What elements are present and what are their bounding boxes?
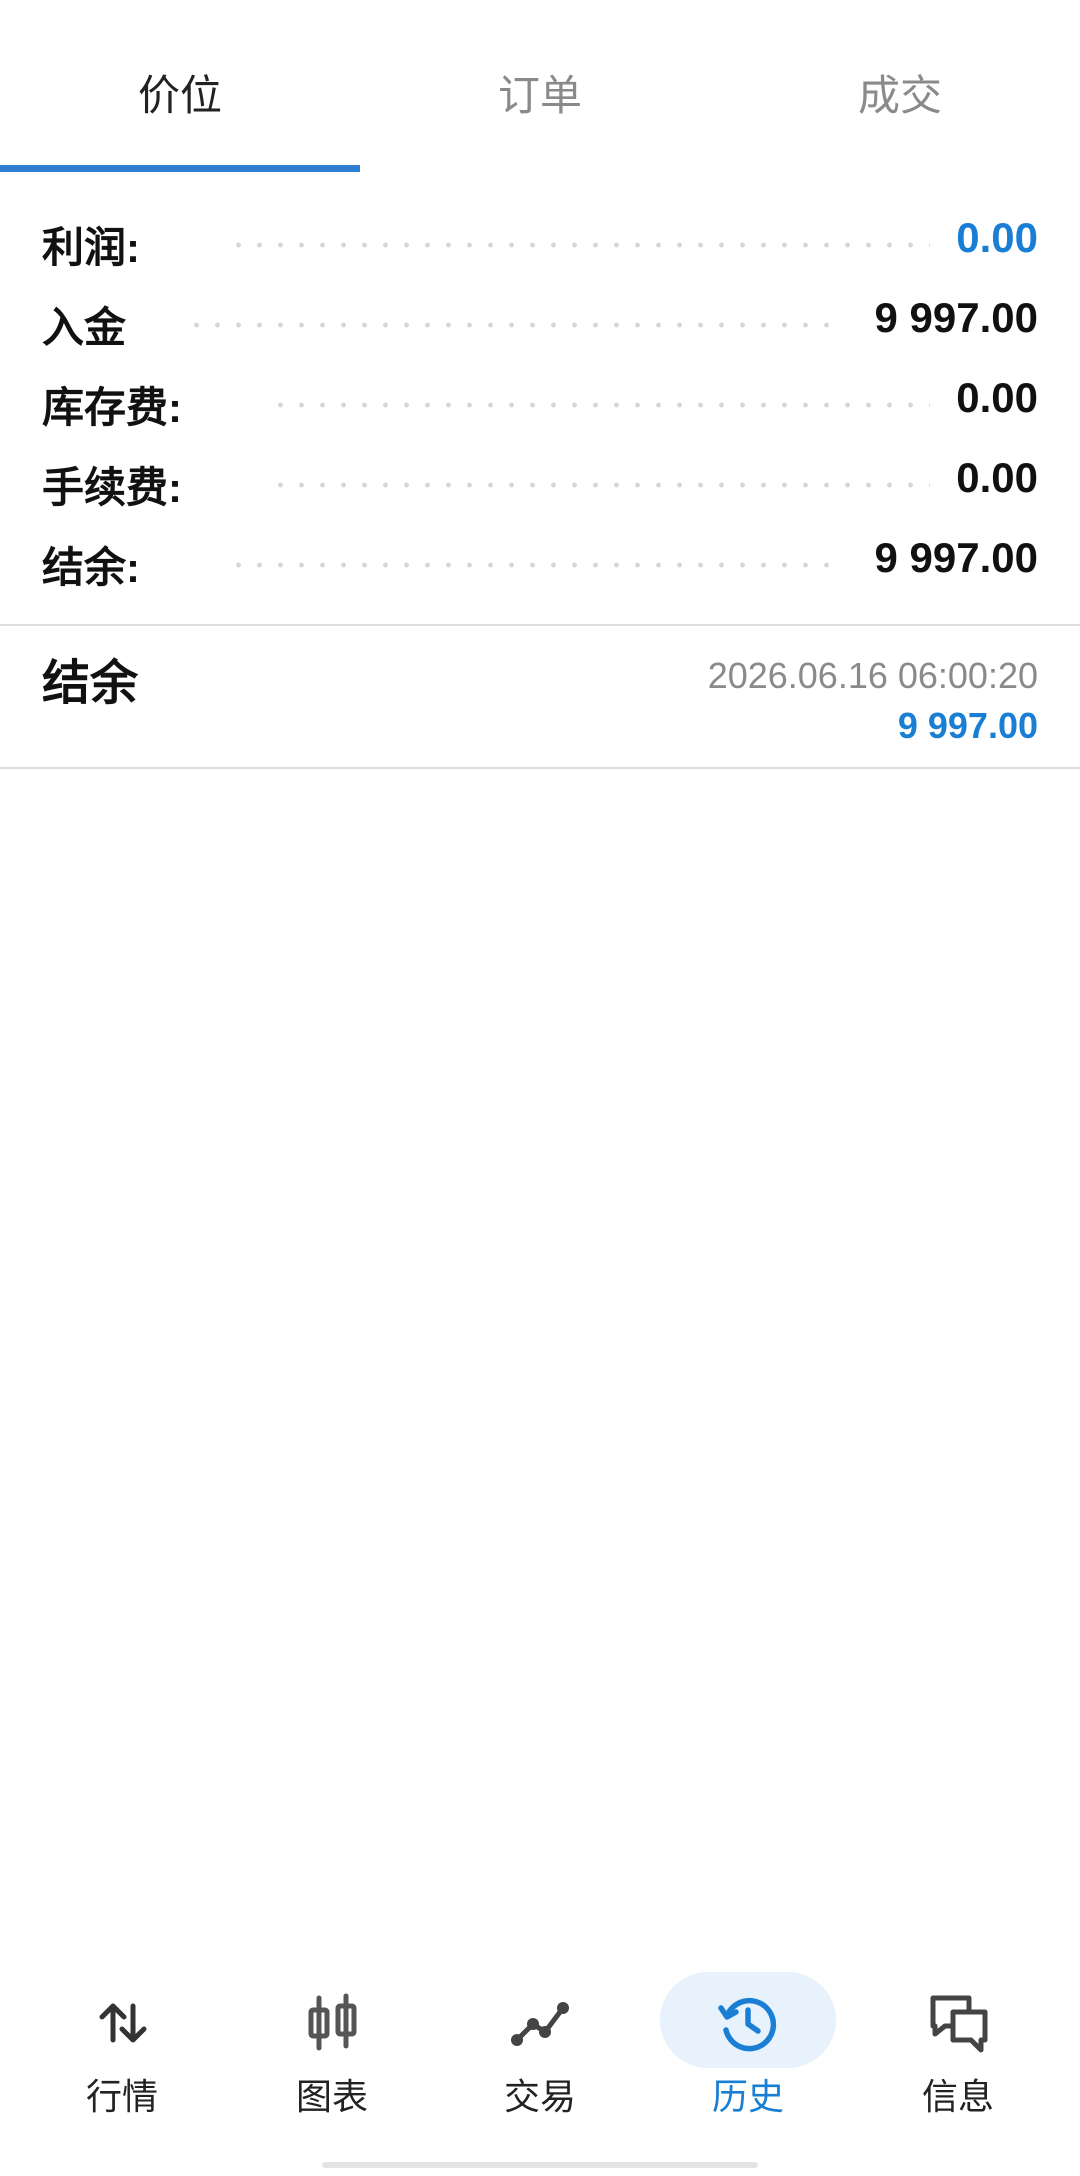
divider [0,624,1080,626]
summary-value: 0.00 [956,454,1038,501]
nav-trade[interactable]: 交易 [432,1960,648,2117]
chat-bubbles-icon [930,1995,988,2053]
dotted-leader [270,482,930,488]
top-tabs: 价位 订单 成交 [0,0,1080,172]
nav-label: 历史 [711,2076,784,2117]
summary-value: 9 997.00 [874,534,1039,581]
summary-label: 结余: [42,544,140,591]
summary-label: 手续费: [42,464,182,511]
summary-label: 利润: [42,224,140,271]
nav-label: 信息 [921,2076,994,2117]
nav-label: 图表 [295,2076,368,2117]
summary-value: 0.00 [956,374,1038,421]
dotted-leader [228,242,930,248]
tab-deals[interactable]: 成交 [720,62,1080,123]
nav-charts[interactable]: 图表 [224,1960,440,2117]
summary-row-balance: 结余: 9 997.00 [0,520,1080,600]
nav-messages[interactable]: 信息 [850,1960,1066,2117]
account-summary: 利润: 0.00 入金 9 997.00 库存费: 0.00 手续费: 0.00… [0,200,1080,600]
tab-price[interactable]: 价位 [0,62,360,123]
tab-orders[interactable]: 订单 [360,62,720,123]
dotted-leader [186,322,844,328]
gesture-home-bar[interactable] [322,2162,758,2168]
summary-label: 入金 [42,304,127,351]
summary-row-commission: 手续费: 0.00 [0,440,1080,520]
trade-line-icon [511,2002,569,2046]
summary-row-profit: 利润: 0.00 [0,200,1080,280]
bottom-navigation: 行情 图表 交易 历史 信息 [0,1960,1080,2117]
nav-label: 交易 [503,2076,576,2117]
divider [0,767,1080,769]
entry-timestamp: 2026.06.16 06:00:20 [707,655,1038,696]
active-tab-indicator [0,165,360,172]
summary-value: 9 997.00 [874,294,1039,341]
summary-row-swap: 库存费: 0.00 [0,360,1080,440]
summary-value: 0.00 [956,214,1038,261]
dotted-leader [228,562,844,568]
nav-history[interactable]: 历史 [640,1960,856,2117]
summary-label: 库存费: [42,384,182,431]
history-entry[interactable]: 结余 2026.06.16 06:00:20 9 997.00 [0,627,1080,767]
summary-row-deposit: 入金 9 997.00 [0,280,1080,360]
entry-title: 结余 [42,657,139,710]
dotted-leader [270,402,930,408]
candlestick-icon [308,1993,357,2051]
entry-amount: 9 997.00 [897,705,1038,746]
nav-quotes[interactable]: 行情 [14,1960,230,2117]
up-down-arrows-icon [99,2003,147,2043]
history-clock-icon [718,1997,777,2052]
nav-label: 行情 [85,2076,158,2117]
